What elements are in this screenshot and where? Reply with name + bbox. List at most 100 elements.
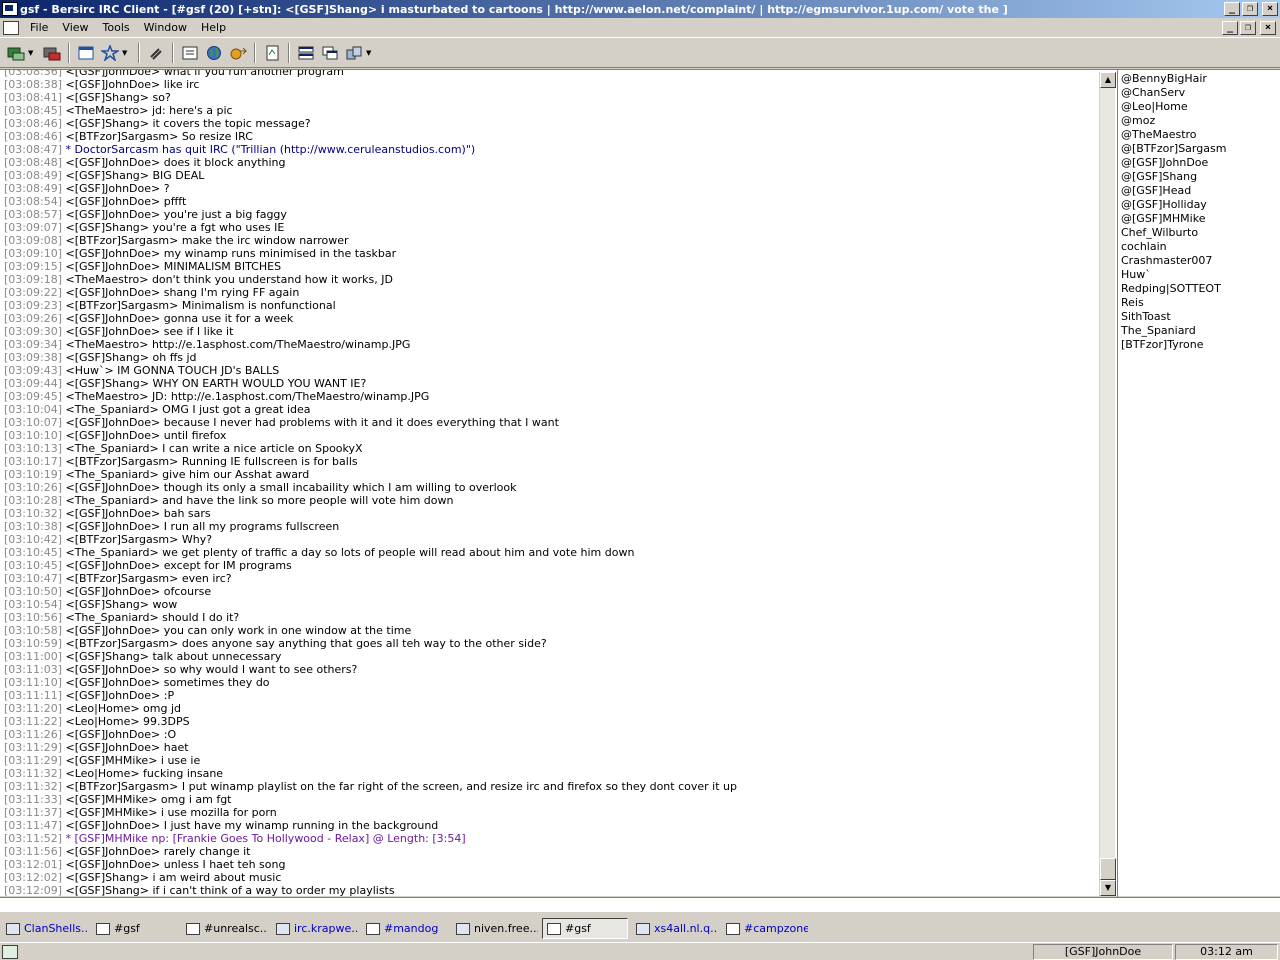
user-list-item[interactable]: @[GSF]MHMike bbox=[1121, 212, 1280, 226]
user-list-item[interactable]: @ChanServ bbox=[1121, 86, 1280, 100]
menu-window[interactable]: Window bbox=[137, 21, 194, 34]
log-icon[interactable] bbox=[261, 42, 283, 64]
close-button[interactable]: × bbox=[1262, 2, 1278, 16]
chat-timestamp: [03:09:23] bbox=[4, 299, 62, 312]
user-list[interactable]: @BennyBigHair @ChanServ @Leo|Home @moz @TheM… bbox=[1117, 70, 1280, 897]
user-list-item[interactable]: [BTFzor]Tyrone bbox=[1121, 338, 1280, 352]
server-window-tab[interactable]: niven.free... bbox=[452, 918, 538, 939]
scroll-up-icon[interactable]: ▲ bbox=[1100, 72, 1116, 88]
child-window-icon[interactable] bbox=[3, 20, 19, 35]
user-list-item[interactable]: @[GSF]Head bbox=[1121, 184, 1280, 198]
menu-help[interactable]: Help bbox=[194, 21, 233, 34]
server-window-tab[interactable]: irc.krapwe... bbox=[272, 918, 358, 939]
chat-line: [03:09:23] <[BTFzor]Sargasm> Minimalism … bbox=[4, 299, 1094, 312]
chat-message: <[BTFzor]Sargasm> does anyone say anythi… bbox=[65, 637, 547, 650]
chat-message: <TheMaestro> http://e.1asphost.com/TheMa… bbox=[65, 338, 411, 351]
chat-message: <[GSF]Shang> it covers the topic message… bbox=[65, 117, 311, 130]
minimize-button[interactable]: _ bbox=[1224, 2, 1240, 16]
cascade-icon[interactable] bbox=[319, 42, 341, 64]
scroll-thumb[interactable] bbox=[1100, 858, 1116, 880]
chat-line: [03:08:49] <[GSF]JohnDoe> ? bbox=[4, 182, 1094, 195]
channel-icon bbox=[547, 922, 561, 935]
chat-line: [03:08:57] <[GSF]JohnDoe> you're just a … bbox=[4, 208, 1094, 221]
web-icon[interactable] bbox=[203, 42, 225, 64]
channel-list-icon[interactable] bbox=[179, 42, 201, 64]
chat-message: <The_Spaniard> should I do it? bbox=[65, 611, 240, 624]
server-window-tab[interactable]: ClanShells... bbox=[2, 918, 88, 939]
user-list-item[interactable]: @[GSF]Holliday bbox=[1121, 198, 1280, 212]
toolbar-separator bbox=[172, 43, 174, 63]
favorites-dropdown-icon[interactable]: ▼ bbox=[122, 49, 130, 57]
child-minimize-button[interactable]: _ bbox=[1222, 21, 1238, 35]
menu-file[interactable]: File bbox=[23, 21, 55, 34]
connect-icon[interactable] bbox=[5, 42, 27, 64]
user-list-item[interactable]: The_Spaniard bbox=[1121, 324, 1280, 338]
status-bar: [GSF]JohnDoe 03:12 am (WEST) bbox=[0, 942, 1280, 960]
chat-line: [03:08:45] <TheMaestro> jd: here's a pic bbox=[4, 104, 1094, 117]
user-list-item[interactable]: @[GSF]Shang bbox=[1121, 170, 1280, 184]
user-list-item[interactable]: cochlain bbox=[1121, 240, 1280, 254]
chat-line: [03:09:07] <[GSF]Shang> you're a fgt who… bbox=[4, 221, 1094, 234]
disconnect-icon[interactable] bbox=[41, 42, 63, 64]
chat-timestamp: [03:11:20] bbox=[4, 702, 62, 715]
chat-line: [03:09:22] <[GSF]JohnDoe> shang I'm ryin… bbox=[4, 286, 1094, 299]
channel-window-tab[interactable]: #gsf bbox=[92, 918, 178, 939]
chat-message: <[BTFzor]Sargasm> even irc? bbox=[65, 572, 232, 585]
away-icon[interactable] bbox=[227, 42, 249, 64]
user-list-item[interactable]: Redping|SOTTEOT bbox=[1121, 282, 1280, 296]
chat-timestamp: [03:11:47] bbox=[4, 819, 62, 832]
menu-view[interactable]: View bbox=[55, 21, 95, 34]
plugins-icon[interactable] bbox=[145, 42, 167, 64]
arrange-icon[interactable] bbox=[343, 42, 365, 64]
maximize-button[interactable]: ❐ bbox=[1242, 2, 1258, 16]
user-list-item[interactable]: Huw` bbox=[1121, 268, 1280, 282]
options-icon[interactable] bbox=[75, 42, 97, 64]
user-list-item[interactable]: Reis bbox=[1121, 296, 1280, 310]
user-list-item[interactable]: SithToast bbox=[1121, 310, 1280, 324]
chat-line: [03:09:30] <[GSF]JohnDoe> see if I like … bbox=[4, 325, 1094, 338]
chat-line: [03:08:36] <[GSF]JohnDoe> what if you ru… bbox=[4, 70, 1094, 78]
user-list-item[interactable]: @moz bbox=[1121, 114, 1280, 128]
scroll-down-icon[interactable]: ▼ bbox=[1100, 880, 1116, 896]
message-input[interactable] bbox=[0, 897, 1280, 913]
toolbar-separator bbox=[68, 43, 70, 63]
toolbar-separator bbox=[288, 43, 290, 63]
favorites-icon[interactable] bbox=[99, 42, 121, 64]
child-restore-button[interactable]: ❐ bbox=[1240, 21, 1256, 35]
chat-message: <[GSF]JohnDoe> gonna use it for a week bbox=[65, 312, 294, 325]
channel-window-tab[interactable]: #gsf bbox=[542, 918, 628, 939]
chat-line: [03:09:44] <[GSF]Shang> WHY ON EARTH WOU… bbox=[4, 377, 1094, 390]
chat-message: <[GSF]JohnDoe> ofcourse bbox=[65, 585, 212, 598]
arrange-dropdown-icon[interactable]: ▼ bbox=[366, 49, 374, 57]
channel-window-tab[interactable]: #unrealsc... bbox=[182, 918, 268, 939]
chat-message: <[GSF]Shang> BIG DEAL bbox=[65, 169, 205, 182]
chat-line: [03:11:52] * [GSF]MHMike np: [Frankie Go… bbox=[4, 832, 1094, 845]
user-list-item[interactable]: @[BTFzor]Sargasm bbox=[1121, 142, 1280, 156]
chat-line: [03:10:54] <[GSF]Shang> wow bbox=[4, 598, 1094, 611]
chat-line: [03:11:11] <[GSF]JohnDoe> :P bbox=[4, 689, 1094, 702]
status-time: 03:12 am (WEST) bbox=[1175, 944, 1278, 960]
user-list-item[interactable]: @BennyBigHair bbox=[1121, 72, 1280, 86]
server-window-tab[interactable]: xs4all.nl.q... bbox=[632, 918, 718, 939]
channel-window-tab[interactable]: #campzone bbox=[722, 918, 808, 939]
chat-line: [03:10:50] <[GSF]JohnDoe> ofcourse bbox=[4, 585, 1094, 598]
chat-log[interactable]: [03:08:36] <[GSF]JohnDoe> what if you ru… bbox=[0, 70, 1098, 897]
connect-dropdown-icon[interactable]: ▼ bbox=[28, 49, 36, 57]
user-list-item[interactable]: @[GSF]JohnDoe bbox=[1121, 156, 1280, 170]
tile-horizontal-icon[interactable] bbox=[295, 42, 317, 64]
user-list-item[interactable]: @Leo|Home bbox=[1121, 100, 1280, 114]
menu-tools[interactable]: Tools bbox=[96, 21, 137, 34]
chat-scrollbar[interactable]: ▲ ▼ bbox=[1099, 72, 1116, 896]
chat-timestamp: [03:09:07] bbox=[4, 221, 62, 234]
toolbar-separator bbox=[138, 43, 140, 63]
user-list-item[interactable]: Chef_Wilburto bbox=[1121, 226, 1280, 240]
child-close-button[interactable]: × bbox=[1260, 21, 1276, 35]
user-list-item[interactable]: @TheMaestro bbox=[1121, 128, 1280, 142]
user-list-item[interactable]: Crashmaster007 bbox=[1121, 254, 1280, 268]
chat-line: [03:09:26] <[GSF]JohnDoe> gonna use it f… bbox=[4, 312, 1094, 325]
menu-bar: File View Tools Window Help _ ❐ × bbox=[0, 18, 1280, 38]
channel-window-tab[interactable]: #mandog bbox=[362, 918, 448, 939]
title-bar[interactable]: gsf - Bersirc IRC Client - [#gsf (20) [+… bbox=[0, 0, 1280, 18]
chat-lines: [03:08:36] <[GSF]JohnDoe> what if you ru… bbox=[4, 70, 1094, 897]
app-icon[interactable] bbox=[2, 2, 18, 16]
